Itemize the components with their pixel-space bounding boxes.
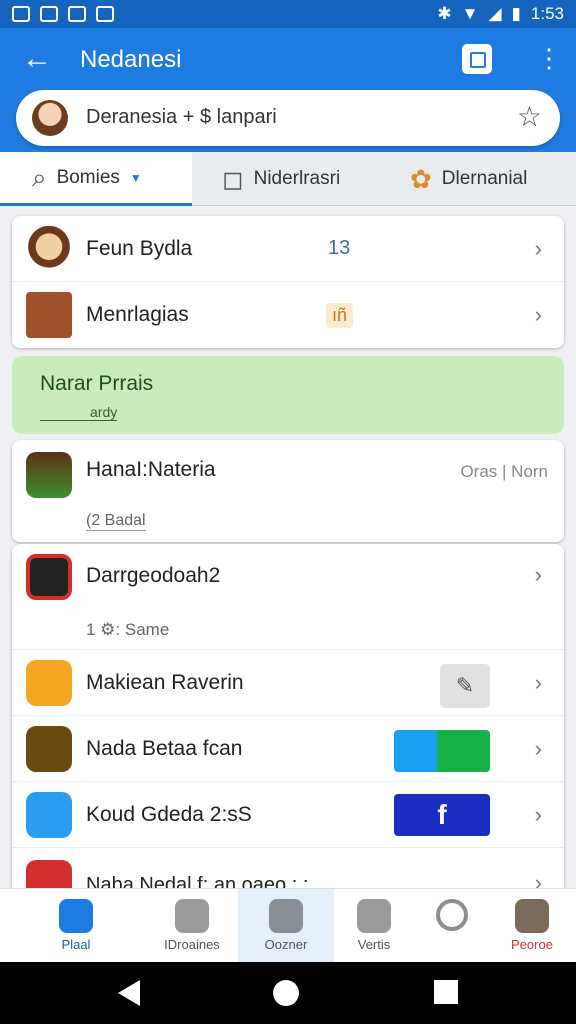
sd-notification-icon — [40, 6, 58, 22]
bottom-nav: Plaal IDroaines Oozner Vertis Peoroe — [0, 888, 576, 963]
shield-notification-icon — [96, 6, 114, 22]
top-list-card: Feun Bydla 13 › Menrlagias ıñ › — [12, 216, 564, 348]
tab-niderlrasri[interactable]: ◻ Niderlrasri — [192, 152, 384, 206]
list-item[interactable]: Darrgeodoah2 1 ⚙: Same › — [12, 544, 564, 650]
recents-nav-icon[interactable] — [434, 980, 458, 1004]
star-icon[interactable]: ☆ — [517, 100, 542, 133]
list-item-title: Feun Bydla — [86, 236, 193, 260]
featured-card[interactable]: HanaI:Nateria Oras | Norn (2 Badal — [12, 440, 564, 542]
nav-idroaines[interactable]: IDroaines — [144, 889, 240, 963]
target-icon — [436, 899, 468, 931]
featured-sub: (2 Badal — [86, 512, 146, 531]
clock: 1:53 — [530, 4, 564, 23]
chevron-right-icon: › — [534, 669, 542, 695]
banner-subtitle: ardy — [40, 404, 118, 421]
status-bar: ✱ ▼ ◢ ▮ 1:53 — [0, 0, 576, 28]
app-bar: ← Nedanesi ⋮ Deranesia + $ lanpari ☆ — [0, 28, 576, 152]
chevron-right-icon: › — [534, 562, 542, 587]
game-icon — [26, 292, 72, 338]
person-icon — [26, 226, 72, 272]
facebook-icon[interactable]: f — [394, 794, 490, 836]
nav-plaal[interactable]: Plaal — [28, 889, 124, 963]
system-nav-bar — [0, 962, 576, 1024]
list-item[interactable]: Menrlagias ıñ › — [12, 282, 564, 348]
clipboard-icon — [269, 899, 303, 933]
game-icon — [26, 726, 72, 772]
tab-bar: ⌕ Bomies ▼ ◻ Niderlrasri ✿ Dlernanial — [0, 152, 576, 206]
chevron-right-icon: › — [534, 302, 542, 327]
chevron-down-icon: ▼ — [129, 170, 142, 185]
compose-icon[interactable] — [462, 44, 492, 74]
search-bar[interactable]: Deranesia + $ lanpari ☆ — [16, 90, 560, 146]
app-title: Koud Gdeda 2:sS — [86, 802, 252, 826]
rocket-icon — [175, 899, 209, 933]
list-item[interactable]: Feun Bydla 13 › — [12, 216, 564, 282]
featured-meta: Oras | Norn — [460, 462, 548, 481]
hand-icon — [357, 899, 391, 933]
back-arrow-icon[interactable]: ← — [22, 42, 56, 76]
app-notification-icon — [68, 6, 86, 22]
list-item-badge: ıñ — [326, 302, 354, 328]
back-nav-icon[interactable] — [118, 980, 140, 1006]
search-input[interactable]: Deranesia + $ lanpari — [86, 106, 277, 129]
tab-label: Bomies — [56, 166, 120, 188]
promo-banner[interactable]: Narar Prrais ardy — [12, 356, 564, 434]
tab-label: Niderlrasri — [253, 168, 341, 189]
wifi-icon: ▼ — [461, 4, 479, 23]
list-item-title: Menrlagias — [86, 303, 189, 326]
list-item-count: 13 — [328, 237, 351, 259]
chat-icon: ◻ — [222, 163, 244, 194]
chevron-right-icon: › — [534, 235, 542, 261]
nav-oozner[interactable]: Oozner — [238, 889, 334, 963]
nav-peoroe[interactable]: Peoroe — [484, 889, 576, 963]
search-icon: ⌕ — [32, 161, 47, 192]
app-title: Nada Betaa fcan — [86, 736, 243, 760]
featured-title: HanaI:Nateria — [86, 458, 216, 481]
home-nav-icon[interactable] — [273, 980, 299, 1006]
app-icon — [26, 554, 72, 600]
chevron-right-icon: › — [534, 735, 542, 761]
app-list-card: Darrgeodoah2 1 ⚙: Same › Makiean Raverin… — [12, 544, 564, 896]
app-title: Darrgeodoah2 — [86, 564, 221, 587]
app-icon — [26, 452, 72, 498]
tab-dlernanial[interactable]: ✿ Dlernanial — [384, 152, 576, 206]
profile-icon — [515, 899, 549, 933]
game-controller-icon — [59, 899, 93, 933]
face-icon — [26, 660, 72, 706]
app-title: Makiean Raverin — [86, 670, 244, 694]
more-vert-icon[interactable]: ⋮ — [536, 44, 562, 74]
signal-icon: ◢ — [488, 4, 502, 23]
bluetooth-icon: ✱ — [437, 4, 452, 23]
app-icon — [26, 792, 72, 838]
gear-icon: ✿ — [410, 163, 432, 194]
page-title: Nedanesi — [80, 46, 182, 73]
chevron-right-icon: › — [534, 801, 542, 827]
edit-icon[interactable]: ✎ — [440, 664, 490, 708]
list-item[interactable]: Makiean Raverin ✎ › — [12, 650, 564, 716]
avatar — [32, 100, 68, 136]
tab-bomies[interactable]: ⌕ Bomies ▼ — [0, 152, 192, 206]
app-sub: 1 ⚙: Same — [86, 620, 170, 639]
tab-label: Dlernanial — [441, 168, 528, 189]
image-notification-icon — [12, 6, 30, 22]
install-button[interactable] — [394, 730, 490, 772]
list-item[interactable]: Nada Betaa fcan › — [12, 716, 564, 782]
list-item[interactable]: Koud Gdeda 2:sS f › — [12, 782, 564, 848]
battery-icon: ▮ — [511, 4, 521, 23]
banner-title: Narar Prrais — [40, 372, 154, 395]
